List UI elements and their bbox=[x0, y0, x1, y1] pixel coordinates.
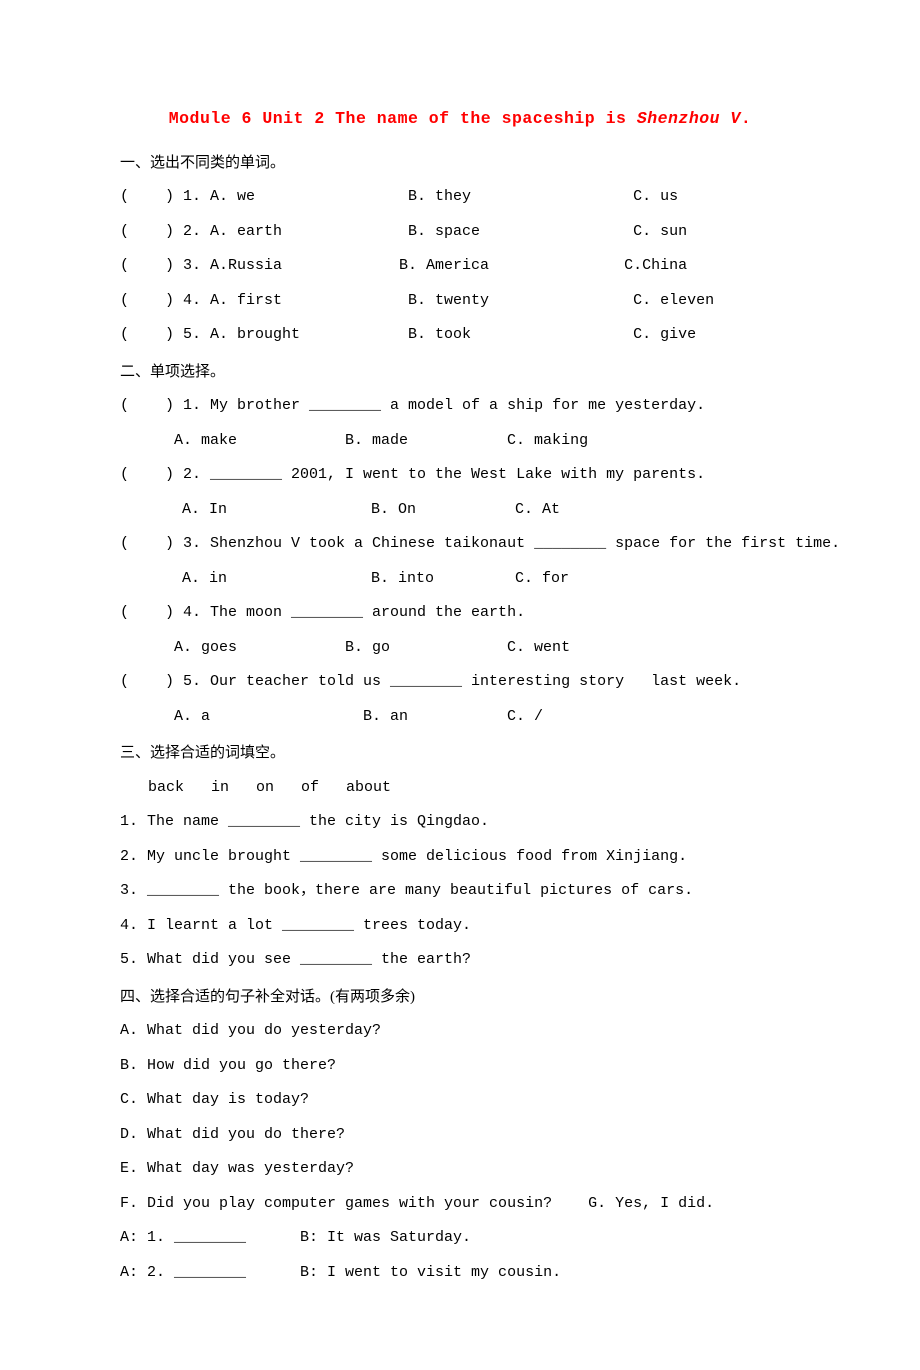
section-3-header: 三、选择合适的词填空。 bbox=[120, 736, 800, 771]
page-title: Module 6 Unit 2 The name of the spaceshi… bbox=[120, 100, 800, 138]
section-1-header: 一、选出不同类的单词。 bbox=[120, 146, 800, 181]
title-prefix: Module 6 Unit 2 The name of the spaceshi… bbox=[169, 109, 637, 128]
s2-q3: ( ) 3. Shenzhou V took a Chinese taikona… bbox=[120, 527, 800, 562]
s4-opt-d: D. What did you do there? bbox=[120, 1118, 800, 1153]
s4-dialog-1: A: 1. ________ B: It was Saturday. bbox=[120, 1221, 800, 1256]
s3-q1: 1. The name ________ the city is Qingdao… bbox=[120, 805, 800, 840]
s2-q1: ( ) 1. My brother ________ a model of a … bbox=[120, 389, 800, 424]
s4-dialog-2: A: 2. ________ B: I went to visit my cou… bbox=[120, 1256, 800, 1291]
title-italic: Shenzhou V bbox=[637, 109, 741, 128]
s3-q4: 4. I learnt a lot ________ trees today. bbox=[120, 909, 800, 944]
s2-q4: ( ) 4. The moon ________ around the eart… bbox=[120, 596, 800, 631]
s2-q5-opts: A. a B. an C. / bbox=[120, 700, 800, 735]
s3-q5: 5. What did you see ________ the earth? bbox=[120, 943, 800, 978]
title-suffix: . bbox=[741, 109, 751, 128]
s2-q4-opts: A. goes B. go C. went bbox=[120, 631, 800, 666]
s1-q3: ( ) 3. A.Russia B. America C.China bbox=[120, 249, 800, 284]
s2-q3-opts: A. in B. into C. for bbox=[120, 562, 800, 597]
s4-opt-fg: F. Did you play computer games with your… bbox=[120, 1187, 800, 1222]
s4-opt-c: C. What day is today? bbox=[120, 1083, 800, 1118]
section-4-header: 四、选择合适的句子补全对话。(有两项多余) bbox=[120, 980, 800, 1015]
s3-word-bank: back in on of about bbox=[120, 771, 800, 806]
s4-opt-e: E. What day was yesterday? bbox=[120, 1152, 800, 1187]
s2-q1-opts: A. make B. made C. making bbox=[120, 424, 800, 459]
s2-q2: ( ) 2. ________ 2001, I went to the West… bbox=[120, 458, 800, 493]
s4-opt-b: B. How did you go there? bbox=[120, 1049, 800, 1084]
s3-q3: 3. ________ the book，there are many beau… bbox=[120, 874, 800, 909]
s3-q2: 2. My uncle brought ________ some delici… bbox=[120, 840, 800, 875]
section-2-header: 二、单项选择。 bbox=[120, 355, 800, 390]
s2-q2-opts: A. In B. On C. At bbox=[120, 493, 800, 528]
s4-opt-a: A. What did you do yesterday? bbox=[120, 1014, 800, 1049]
s2-q5: ( ) 5. Our teacher told us ________ inte… bbox=[120, 665, 800, 700]
s1-q4: ( ) 4. A. first B. twenty C. eleven bbox=[120, 284, 800, 319]
s1-q5: ( ) 5. A. brought B. took C. give bbox=[120, 318, 800, 353]
s1-q1: ( ) 1. A. we B. they C. us bbox=[120, 180, 800, 215]
s1-q2: ( ) 2. A. earth B. space C. sun bbox=[120, 215, 800, 250]
